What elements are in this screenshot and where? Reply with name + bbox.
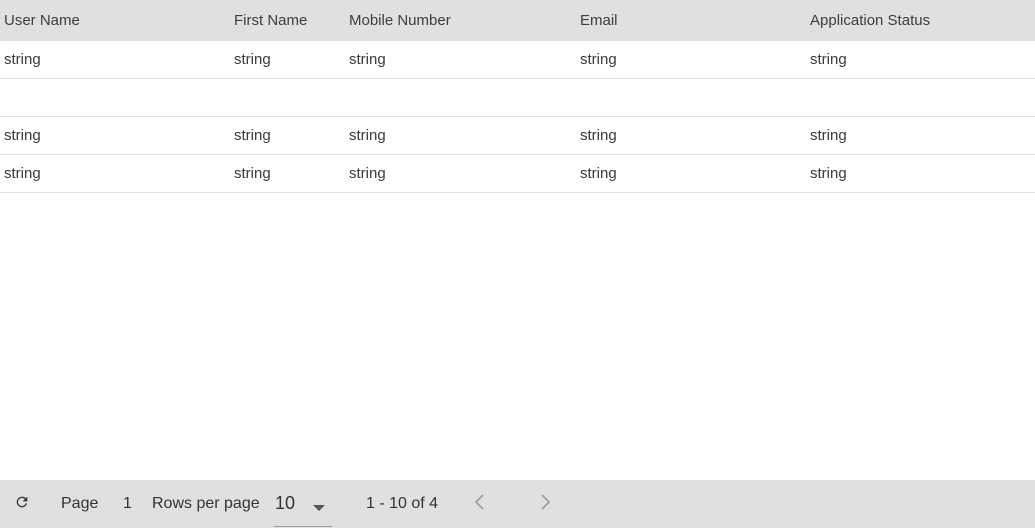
- cell-mobile-number: string: [349, 127, 386, 144]
- cell-email: string: [580, 127, 617, 144]
- cell-first-name: string: [234, 127, 271, 144]
- cell-user-name: string: [4, 127, 41, 144]
- cell-user-name: string: [4, 51, 41, 68]
- rows-per-page-value: 10: [275, 492, 296, 513]
- caret-down-icon: [313, 505, 325, 511]
- page-label: Page: [61, 495, 99, 512]
- column-header-email[interactable]: Email: [580, 0, 618, 41]
- column-header-first-name[interactable]: First Name: [234, 0, 307, 41]
- cell-mobile-number: string: [349, 51, 386, 68]
- previous-page-button[interactable]: [470, 480, 490, 528]
- cell-application-status: string: [810, 127, 847, 144]
- cell-first-name: string: [234, 51, 271, 68]
- cell-first-name: string: [234, 165, 271, 182]
- table-row[interactable]: string string string string string: [0, 117, 1035, 155]
- table-header-row: User Name First Name Mobile Number Email…: [0, 0, 1035, 41]
- cell-user-name: string: [4, 165, 41, 182]
- refresh-icon: [14, 494, 30, 515]
- table-row[interactable]: string string string string string: [0, 155, 1035, 193]
- refresh-button[interactable]: [12, 480, 32, 528]
- page-number: 1: [123, 495, 132, 512]
- table-row[interactable]: [0, 79, 1035, 117]
- chevron-right-icon: [538, 493, 552, 516]
- cell-mobile-number: string: [349, 165, 386, 182]
- cell-application-status: string: [810, 165, 847, 182]
- column-header-user-name[interactable]: User Name: [4, 0, 80, 41]
- page-range-text: 1 - 10 of 4: [366, 495, 439, 512]
- cell-application-status: string: [810, 51, 847, 68]
- cell-email: string: [580, 165, 617, 182]
- data-table: User Name First Name Mobile Number Email…: [0, 0, 1035, 193]
- cell-email: string: [580, 51, 617, 68]
- rows-per-page-select[interactable]: 10: [274, 480, 332, 527]
- rows-per-page-label: Rows per page: [152, 495, 260, 512]
- next-page-button[interactable]: [535, 480, 555, 528]
- column-header-application-status[interactable]: Application Status: [810, 0, 930, 41]
- table-row[interactable]: string string string string string: [0, 41, 1035, 79]
- pagination-bar: Page 1 Rows per page 10 1 - 10 of 4: [0, 480, 1035, 528]
- column-header-mobile-number[interactable]: Mobile Number: [349, 0, 451, 41]
- chevron-left-icon: [473, 493, 487, 516]
